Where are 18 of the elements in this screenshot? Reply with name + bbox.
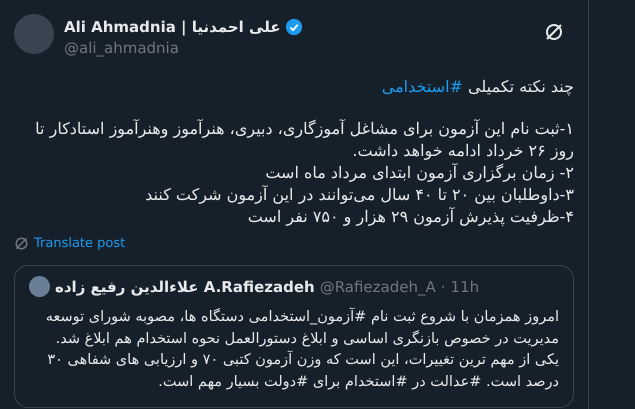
author-handle: @Rafiezadeh_A: [320, 278, 436, 296]
post-text-line: ۴-ظرفیت پذیرش آزمون ۲۹ هزار و ۷۵۰ نفر است: [246, 206, 574, 228]
hashtag-link[interactable]: #استخدامی: [382, 77, 463, 96]
author-handle: @ali_ahmadnia: [64, 39, 180, 57]
separator-dot: ·: [440, 278, 446, 296]
translate-icon: [14, 236, 29, 251]
author-name: Ali Ahmadnia | علی احمدنیا: [64, 18, 281, 36]
quoted-post-card[interactable]: [14, 265, 574, 408]
post-text-line: ۲- زمان برگزاری آزمون ابتدای مرداد ماه است: [264, 162, 574, 184]
post-text-line: ۳-داوطلبان بین ۲۰ تا ۴۰ سال می‌توانند در این آزمون شرکت کنند: [144, 184, 574, 206]
grok-icon[interactable]: [544, 22, 564, 42]
quoted-post-text: امروز همزمان با شروع ثبت نام #آزمون_استخدامی دستگاه ها، مصوبه شورای توسعه مدیریت در خصوص بازنگری اساسی و ابلاغ دستورالعمل نحوه استخدام هم ابلاغ شد. یکی از مهم ترین تغییرات، این است که وزن آزمون کتبی ۷۰ و ارزیابی های شفاهی ۳۰ درصد است. #عدالت در #استخدام برای #دولت بسیار مهم است.: [44, 307, 559, 392]
post-time: 11h: [450, 278, 480, 296]
post-intro-text: چند نکته تکمیلی #استخدامی: [380, 77, 574, 96]
author-name: علاءالدین رفیع زاده A.Rafiezadeh: [55, 278, 315, 296]
post-text-line: ۱-ثبت نام این آزمون برای مشاغل آموزگاری، دبیری، هنرآموز وهنرآموز استادکار تا روز ۲۶ خرداد ادامه خواهد داشت.: [34, 118, 574, 162]
avatar-icon: [29, 276, 50, 297]
translate-link[interactable]: Translate post: [14, 236, 126, 251]
